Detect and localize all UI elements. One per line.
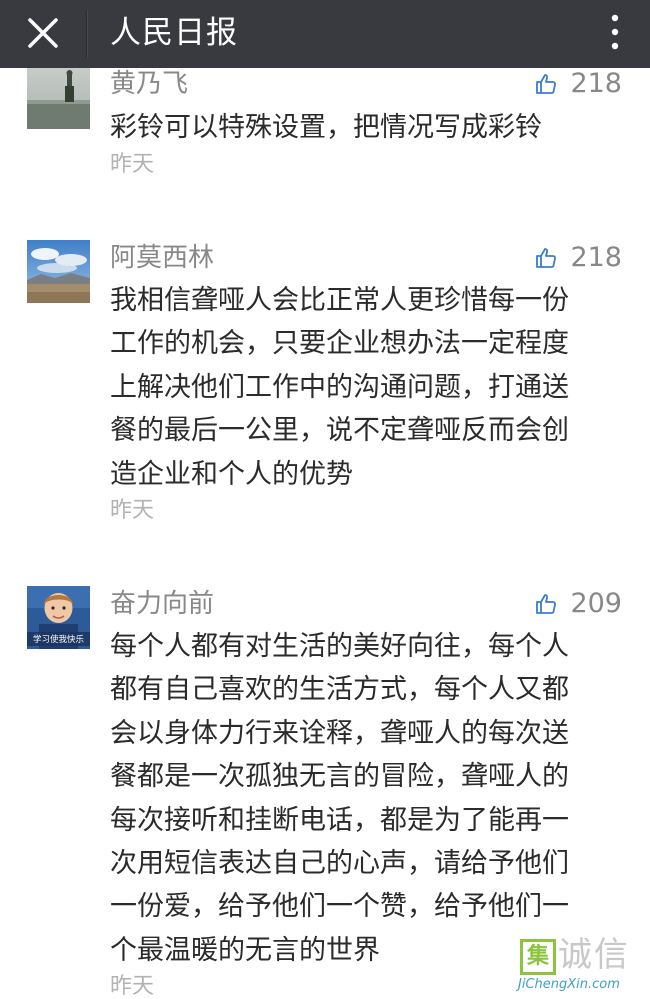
like-button[interactable]: 209 [534, 586, 622, 622]
comment-text-line: 工作的机会，只要企业想办法一定程度 [110, 328, 569, 360]
like-button[interactable]: 218 [534, 240, 622, 276]
like-button[interactable]: 218 [534, 68, 622, 102]
comment-time: 昨天 [110, 974, 155, 999]
like-count: 218 [570, 68, 622, 99]
comment-text-line: 餐都是一次孤独无言的冒险，聋哑人的 [110, 761, 569, 793]
watermark-logo: 集 [520, 939, 556, 975]
comment-list[interactable]: 黄乃飞 218 彩铃可以特殊设置，把情况写成彩铃 昨天 阿莫西林 218 我相信… [0, 68, 650, 999]
comment-item: 阿莫西林 218 我相信聋哑人会比正常人更珍惜每一份 工作的机会，只要企业想办法… [0, 238, 650, 538]
comment-author[interactable]: 黄乃飞 [110, 68, 188, 102]
comment-item: 黄乃飞 218 彩铃可以特殊设置，把情况写成彩铃 昨天 [0, 68, 650, 198]
comment-text-line: 一份爱，给予他们一个赞，给予他们一 [110, 891, 569, 923]
comment-text-line: 都有自己喜欢的生活方式，每个人又都 [110, 674, 569, 706]
top-navigation-bar: 人民日报 [0, 0, 650, 68]
watermark-text: 诚信 [558, 935, 630, 975]
like-count: 218 [570, 242, 622, 273]
like-count: 209 [570, 588, 622, 619]
header-divider [86, 10, 88, 58]
close-icon [28, 18, 58, 48]
more-options-button[interactable] [600, 8, 630, 60]
comment-text-line: 我相信聋哑人会比正常人更珍惜每一份 [110, 285, 569, 316]
more-vertical-icon [611, 14, 619, 50]
comment-text: 彩铃可以特殊设置，把情况写成彩铃 [110, 106, 620, 149]
avatar[interactable] [27, 68, 90, 129]
comment-text-line: 每个人都有对生活的美好向往，每个人 [110, 631, 569, 662]
comment-text-line: 餐的最后一公里，说不定聋哑反而会创 [110, 415, 569, 447]
comment-time: 昨天 [110, 498, 155, 523]
comment-text-line: 造企业和个人的优势 [110, 458, 353, 490]
avatar[interactable] [27, 240, 90, 303]
comment-text: 每个人都有对生活的美好向往，每个人 都有自己喜欢的生活方式，每个人又都 会以身体… [110, 625, 620, 972]
comment-author[interactable]: 阿莫西林 [110, 240, 214, 276]
comment-text-line: 每次接听和挂断电话，都是为了能再一 [110, 804, 569, 836]
thumbs-up-icon [536, 248, 557, 268]
comment-text-line: 彩铃可以特殊设置，把情况写成彩铃 [110, 112, 542, 143]
comment-time: 昨天 [110, 152, 155, 177]
comment-author[interactable]: 奋力向前 [110, 586, 214, 622]
thumbs-up-icon [536, 74, 557, 94]
comment-text-line: 会以身体力行来诠释，聋哑人的每次送 [110, 717, 569, 749]
avatar[interactable]: 学习使我快乐 [27, 586, 90, 649]
close-button[interactable] [14, 8, 72, 60]
page-title: 人民日报 [110, 15, 238, 51]
thumbs-up-icon [536, 594, 557, 614]
comment-text-line: 上解决他们工作中的沟通问题，打通送 [110, 371, 569, 403]
comment-text-line: 次用短信表达自己的心声，请给予他们 [110, 847, 569, 879]
avatar-caption: 学习使我快乐 [33, 634, 85, 645]
comment-text: 我相信聋哑人会比正常人更珍惜每一份 工作的机会，只要企业想办法一定程度 上解决他… [110, 279, 620, 496]
site-watermark: 集 诚信 JiChengXin.com [514, 935, 644, 997]
watermark-url: JiChengXin.com [518, 977, 620, 992]
